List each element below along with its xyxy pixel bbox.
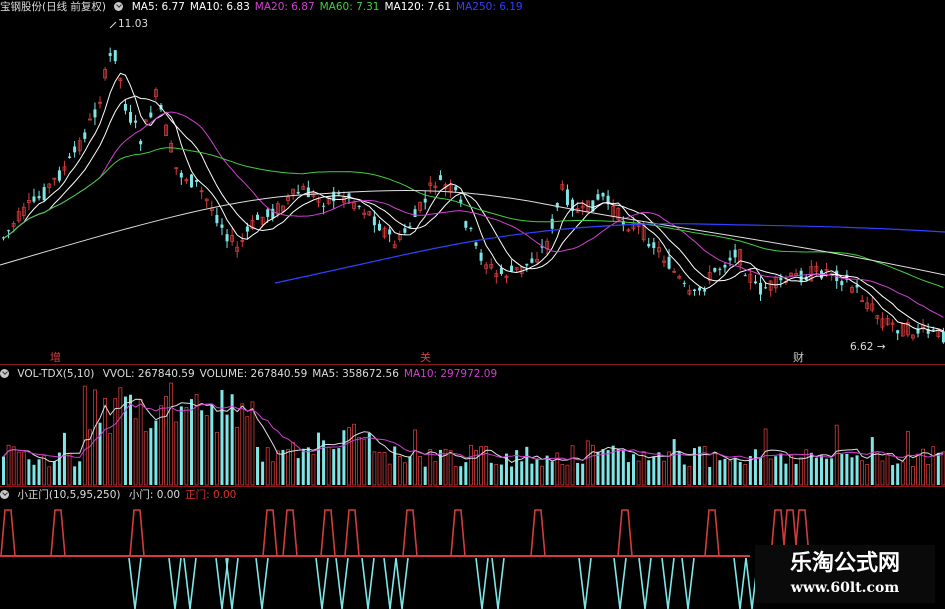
stock-chart-window: 宝钢股份(日线 前复权) MA5: 6.77 MA10: 6.83 MA20: 6.… <box>0 0 945 609</box>
volume-chart[interactable] <box>0 368 945 488</box>
watermark-url: www.60lt.com <box>790 580 900 596</box>
event-marker-finance[interactable]: 财 <box>793 349 804 365</box>
watermark-title: 乐淘公式网 <box>789 550 900 576</box>
price-chart[interactable] <box>0 0 945 365</box>
event-marker-increase[interactable]: 增 <box>50 349 61 365</box>
event-marker-related[interactable]: 关 <box>420 349 431 365</box>
pane-divider[interactable] <box>0 486 945 487</box>
price-low-label: 6.62 → <box>850 341 886 353</box>
price-high-label: 11.03 <box>118 18 149 30</box>
watermark: 乐淘公式网 www.60lt.com <box>755 545 935 603</box>
pane-divider[interactable] <box>0 364 945 365</box>
